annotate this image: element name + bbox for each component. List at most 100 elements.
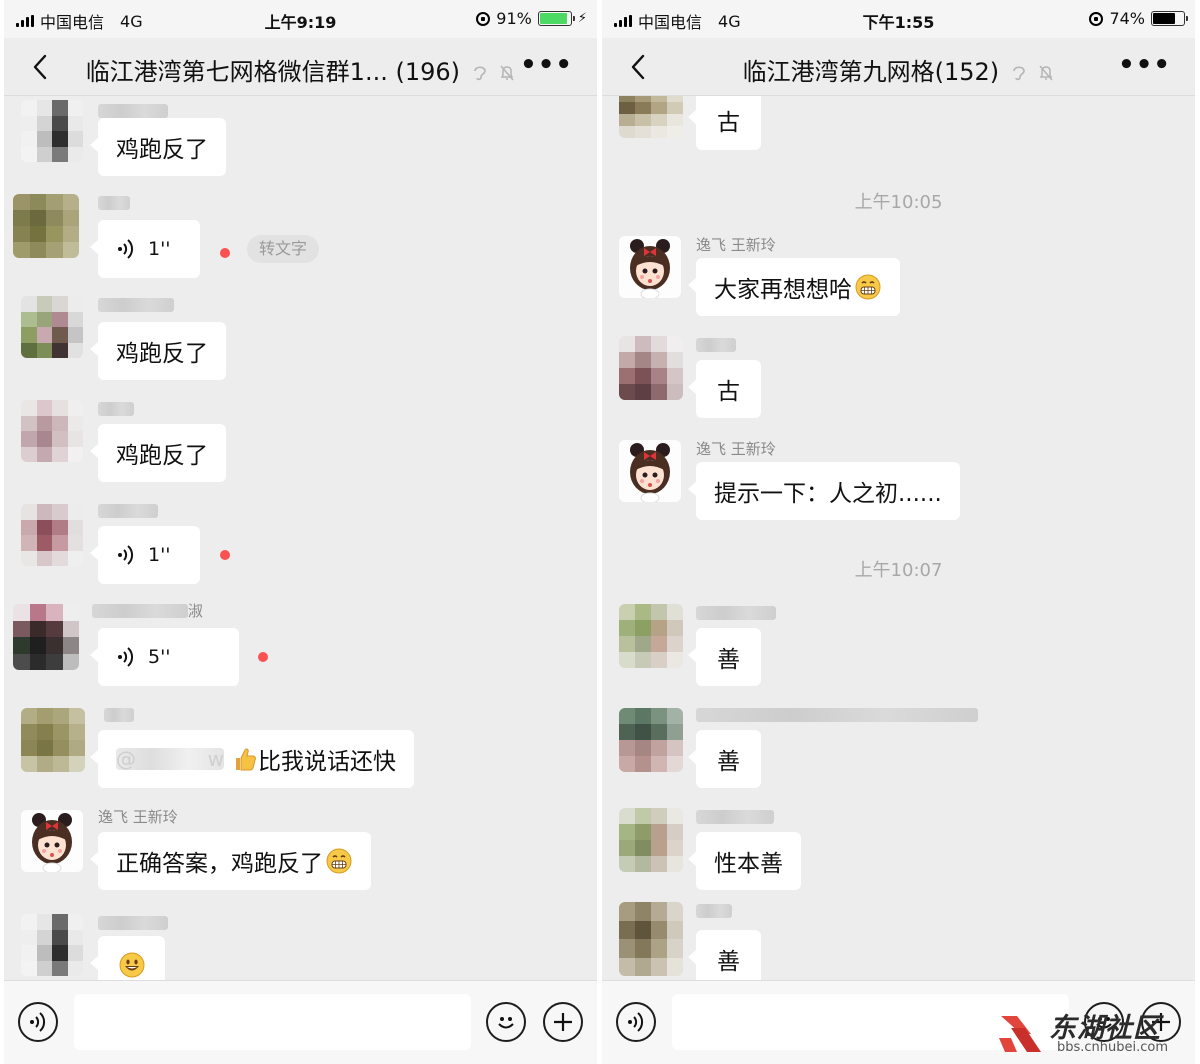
chevron-left-icon[interactable] [624,52,654,82]
avatar[interactable] [619,604,683,668]
chevron-left-icon[interactable] [26,52,56,82]
message-bubble[interactable]: @ w 比我说话还快 [90,730,414,788]
status-bar: 中国电信 4G 上午9:19 91% ⚡ [4,0,597,38]
bell-slash-icon [500,65,514,81]
message-bubble[interactable]: 正确答案，鸡跑反了 [90,832,371,890]
smile-emoji-icon [119,952,144,978]
status-bar: 中国电信 4G 下午1:55 74% [602,0,1195,38]
bell-slash-icon [1039,65,1053,81]
sender-name-blurred [696,606,776,620]
avatar[interactable] [21,504,83,566]
avatar[interactable] [21,810,83,872]
plus-glyph [554,1013,572,1031]
sender-name-blurred [92,604,188,618]
message-text: 性本善 [714,851,783,877]
message-bubble[interactable]: 善 [688,730,761,788]
voice-icon[interactable] [616,1002,656,1042]
chat-title: 临江港湾第七网格微信群1... (196) [85,58,461,86]
unread-dot [258,652,268,662]
sender-name-blurred [98,196,130,210]
avatar[interactable] [619,236,681,298]
voice-icon[interactable] [18,1002,58,1042]
message-text: 善 [717,749,740,775]
avatar[interactable] [21,708,85,772]
convert-to-text-button[interactable]: 转文字 [247,235,320,263]
message-bubble[interactable]: 性本善 [688,832,801,890]
voice-message-bubble[interactable]: 1'' [90,526,200,584]
sender-name-blurred [98,104,168,118]
unread-dot [220,248,230,258]
smiley-icon[interactable] [486,1002,526,1042]
battery-icon [537,11,575,26]
avatar[interactable] [13,194,79,258]
battery-percent: 74% [1109,9,1145,28]
more-dots-icon[interactable]: ••• [1118,50,1171,80]
battery-icon [1151,11,1188,26]
emoji-message-bubble[interactable] [90,936,165,980]
message-bubble[interactable]: 善 [688,628,761,686]
message-bubble[interactable]: 鸡跑反了 [90,322,226,380]
voice-duration: 1'' [148,544,171,566]
message-text: 鸡跑反了 [116,137,208,163]
avatar[interactable] [619,808,683,872]
avatar[interactable] [619,440,681,502]
voice-message-bubble[interactable]: 5'' [90,628,239,686]
voice-glyph [30,1012,46,1032]
message-text: 大家再想想哈 [714,277,852,303]
sender-name-blurred [696,810,774,824]
battery-level-fill [1153,13,1176,24]
avatar[interactable] [21,400,83,462]
sender-name-blurred [696,338,736,352]
message-list[interactable]: 鸡跑反了 1'' 转文字 鸡跑反了 鸡跑反了 1'' 淑 5'' @ w 比我说… [4,96,597,980]
avatar[interactable] [21,100,83,162]
avatar[interactable] [619,902,683,976]
avatar[interactable] [619,708,683,772]
avatar[interactable] [21,914,83,976]
watermark-url: bbs.cnhubei.com [1057,1040,1169,1055]
voice-duration: 1'' [148,238,171,260]
grin-emoji-icon [326,848,352,874]
sender-name: 逸飞 王新玲 [98,808,178,826]
sender-name-blurred [98,916,168,930]
voice-message-bubble[interactable]: 1'' [90,220,200,278]
sender-name-blurred [104,708,134,722]
message-bubble[interactable]: 大家再想想哈 [688,258,900,316]
message-bubble[interactable]: 鸡跑反了 [90,118,226,176]
message-bubble[interactable]: 善 [688,930,761,980]
charging-bolt-icon: ⚡ [577,11,587,26]
time-separator: 上午10:07 [854,560,943,581]
message-text: 古 [717,110,740,136]
site-watermark: 东湖社区 bbs.cnhubei.com [997,1004,1187,1060]
sender-name-suffix: 淑 [188,602,204,620]
sender-name: 逸飞 王新玲 [696,236,776,254]
more-dots-icon[interactable]: ••• [520,50,573,80]
sender-name: 逸飞 王新玲 [696,440,776,458]
message-bubble[interactable]: 古 [688,360,761,418]
message-list[interactable]: 古 上午10:05 逸飞 王新玲 大家再想想哈 古 逸飞 王新玲 提示一下：人之… [602,96,1195,980]
message-bubble[interactable]: 古 [688,96,761,150]
voice-glyph [628,1012,644,1032]
earpiece-icon [473,66,486,81]
cartoon-girl-avatar [619,440,681,502]
message-input[interactable] [74,994,471,1050]
mention-blurred: @ w [116,747,224,771]
orientation-lock-icon [1089,11,1104,26]
sender-name-blurred [696,708,978,722]
chat-header: 临江港湾第九网格(152) ••• [602,38,1195,96]
voice-icon [118,545,134,565]
voice-duration: 5'' [148,646,171,668]
message-text: 善 [717,647,740,673]
avatar[interactable] [21,296,83,358]
message-bubble[interactable]: 提示一下：人之初...... [688,462,960,520]
battery-level-fill [539,13,568,24]
message-text: 鸡跑反了 [116,443,208,469]
plus-icon[interactable] [543,1002,583,1042]
cartoon-girl-avatar [619,236,681,298]
avatar[interactable] [619,336,683,400]
earpiece-icon [1012,66,1025,81]
avatar[interactable] [13,604,79,670]
message-bubble[interactable]: 鸡跑反了 [90,424,226,482]
avatar[interactable] [619,96,683,138]
orientation-lock-icon [476,11,491,26]
sender-name-blurred [98,298,174,312]
